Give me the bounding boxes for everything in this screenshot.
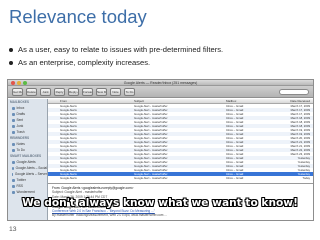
window-title: Google Alerts — Reader/Inbox (251 messag… xyxy=(123,81,198,85)
bullet-list: As a user, easy to relate to issues with… xyxy=(9,43,223,69)
mailbox-icon xyxy=(12,118,15,122)
mailbox-icon xyxy=(12,106,15,110)
toolbar-button[interactable]: Delete xyxy=(26,87,37,96)
mailbox-icon xyxy=(12,190,15,194)
toolbar-button[interactable]: Note xyxy=(110,87,121,96)
mailbox-icon xyxy=(12,142,15,146)
row-from: Google Alerts xyxy=(60,176,77,180)
search-input[interactable] xyxy=(279,88,309,95)
slide-number: 13 xyxy=(9,226,17,233)
bullet-text: As a user, easy to relate to issues with… xyxy=(18,45,224,54)
column-mailbox[interactable]: Mailbox xyxy=(226,99,266,103)
sidebar-item[interactable]: Wonderment xyxy=(8,189,47,195)
bullet-dot-icon xyxy=(9,47,13,52)
bullet-text: As an enterprise, complexity increases. xyxy=(18,58,151,67)
mailbox-icon xyxy=(12,184,15,188)
mailbox-icon xyxy=(12,148,15,152)
toolbar-button[interactable]: Get Mail xyxy=(12,87,23,96)
row-status xyxy=(48,176,60,180)
column-subject[interactable]: Subject xyxy=(134,99,226,103)
column-date[interactable]: Date Received xyxy=(266,99,313,103)
toolbar-button[interactable]: New Message xyxy=(96,87,107,96)
bullet-item: As a user, easy to relate to issues with… xyxy=(9,43,223,56)
bullet-dot-icon xyxy=(9,60,13,65)
mailbox-icon xyxy=(12,124,15,128)
slide-title: Relevance today xyxy=(9,6,147,27)
mailbox-icon xyxy=(12,178,15,182)
mailbox-icon xyxy=(12,172,14,176)
mailbox-icon xyxy=(12,112,15,116)
sidebar-item-label: Wonderment xyxy=(16,190,35,194)
row-subject: Google Alert - masterhoffer xyxy=(134,176,168,180)
column-status[interactable] xyxy=(48,99,60,103)
toolbar-button[interactable]: To Do xyxy=(124,87,135,96)
mailbox-icon xyxy=(12,166,15,170)
message-list: From Subject Mailbox Date Received Googl… xyxy=(48,99,313,183)
preview-snippet: By masterhoffer Tracking/Measurement, We… xyxy=(52,213,167,218)
mailbox-icon xyxy=(12,130,15,134)
toolbar-button[interactable]: Junk xyxy=(40,87,51,96)
column-from[interactable]: From xyxy=(60,99,134,103)
row-mailbox: Inbox – Gmail xyxy=(226,176,244,180)
mailbox-icon xyxy=(12,160,15,164)
message-rows: Google Alerts Google Alert - masterhoffer… xyxy=(48,104,313,180)
message-row[interactable]: Google Alerts Google Alert - masterhoffer… xyxy=(48,176,313,180)
bullet-item: As an enterprise, complexity increases. xyxy=(9,56,223,69)
window-titlebar: Google Alerts — Reader/Inbox (251 messag… xyxy=(8,80,313,86)
toolbar-button[interactable]: Reply xyxy=(54,87,65,96)
toolbar-button[interactable]: Reply All xyxy=(68,87,79,96)
mail-toolbar: Get MailDeleteJunkReplyReply AllForwardN… xyxy=(8,86,313,98)
row-date: Today xyxy=(302,176,310,180)
toolbar-button[interactable]: Forward xyxy=(82,87,93,96)
banner-caption: We don't always know what we want to kno… xyxy=(22,197,298,209)
